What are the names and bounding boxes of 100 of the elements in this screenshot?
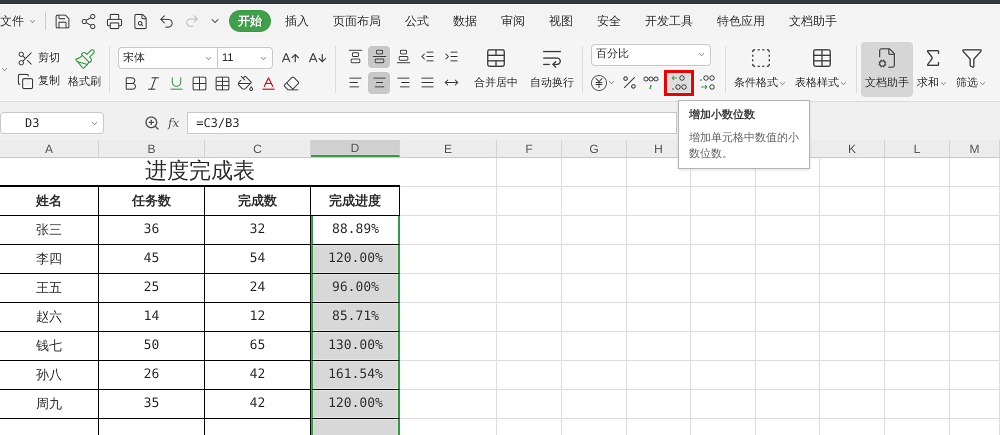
empty-cell[interactable] — [627, 245, 691, 274]
ribbon-tab[interactable]: 特色应用 — [711, 10, 771, 32]
font-select[interactable]: 宋体 — [118, 47, 218, 69]
sum-button[interactable]: 求和 — [917, 75, 939, 92]
empty-cell[interactable] — [627, 274, 691, 303]
font-color-icon[interactable] — [260, 75, 277, 92]
empty-cell[interactable] — [820, 390, 885, 419]
table-cell[interactable]: 42 — [205, 361, 311, 390]
file-menu[interactable]: 文件 — [0, 12, 28, 30]
copy-button[interactable]: 复制 — [38, 72, 60, 90]
table-cell[interactable]: 钱七 — [0, 332, 99, 361]
empty-cell[interactable] — [497, 245, 562, 274]
ribbon-tab[interactable]: 数据 — [447, 10, 483, 32]
italic-icon[interactable] — [145, 75, 162, 92]
undo-icon[interactable] — [158, 12, 175, 30]
table-cell[interactable]: 12 — [205, 303, 311, 332]
column-header[interactable]: K — [820, 140, 885, 157]
column-header[interactable]: M — [950, 140, 1000, 157]
table-cell[interactable]: 24 — [205, 274, 311, 303]
empty-cell[interactable] — [497, 303, 562, 332]
empty-cell[interactable] — [691, 303, 756, 332]
ribbon-tab[interactable]: 页面布局 — [327, 10, 387, 32]
percent-icon[interactable] — [621, 74, 638, 91]
column-header[interactable]: E — [400, 140, 497, 157]
table-style-icon[interactable] — [810, 47, 832, 70]
empty-cell[interactable] — [885, 303, 950, 332]
empty-cell[interactable] — [885, 216, 950, 245]
number-format-select[interactable]: 百分比 — [591, 44, 711, 66]
empty-cell[interactable] — [950, 216, 1000, 245]
ribbon-tab[interactable]: 安全 — [591, 10, 627, 32]
empty-cell[interactable] — [562, 158, 627, 187]
borders-icon[interactable] — [191, 75, 208, 92]
empty-cell[interactable] — [756, 187, 820, 216]
table-cell[interactable]: 王五 — [0, 274, 99, 303]
cut-button[interactable]: 剪切 — [38, 50, 60, 66]
empty-cell[interactable] — [497, 216, 562, 245]
empty-cell[interactable] — [400, 158, 497, 187]
column-header[interactable]: G — [562, 140, 627, 157]
empty-cell[interactable] — [400, 187, 497, 216]
conditional-format-icon[interactable] — [750, 47, 772, 70]
empty-cell[interactable] — [691, 361, 756, 390]
merge-cells-icon[interactable] — [485, 47, 507, 70]
formula-field[interactable]: =C3/B3 — [187, 112, 678, 134]
empty-cell[interactable] — [756, 245, 820, 274]
empty-cell[interactable] — [627, 216, 691, 245]
empty-cell[interactable] — [691, 245, 756, 274]
ribbon-tab[interactable]: 视图 — [543, 10, 579, 32]
align-button[interactable] — [368, 46, 390, 68]
empty-cell[interactable] — [497, 361, 562, 390]
table-style-button[interactable]: 表格样式 — [795, 75, 839, 92]
align-button[interactable] — [368, 72, 390, 94]
empty-cell[interactable] — [627, 303, 691, 332]
empty-cell[interactable] — [627, 361, 691, 390]
empty-cell[interactable] — [885, 361, 950, 390]
empty-cell[interactable] — [820, 216, 885, 245]
table-cell[interactable]: 42 — [205, 390, 311, 419]
filter-button[interactable]: 筛选 — [956, 75, 978, 92]
table-cell[interactable]: 14 — [99, 303, 205, 332]
empty-cell[interactable] — [497, 187, 562, 216]
paintbrush-icon[interactable] — [74, 48, 96, 70]
empty-cell[interactable] — [497, 274, 562, 303]
thousands-separator-icon[interactable] — [643, 74, 659, 90]
save-icon[interactable] — [54, 12, 71, 30]
empty-cell[interactable] — [950, 245, 1000, 274]
font-size-select[interactable]: 11 — [218, 47, 273, 69]
table-cell[interactable]: 45 — [99, 245, 205, 274]
column-header[interactable]: B — [99, 140, 205, 157]
empty-cell[interactable] — [627, 187, 691, 216]
empty-cell[interactable] — [562, 216, 627, 245]
cut-icon[interactable] — [17, 50, 34, 66]
column-header[interactable]: F — [497, 140, 562, 157]
empty-cell[interactable] — [885, 187, 950, 216]
empty-cell[interactable] — [756, 332, 820, 361]
empty-cell[interactable] — [562, 332, 627, 361]
name-box[interactable]: D3 — [0, 112, 104, 134]
table-cell[interactable]: 50 — [99, 332, 205, 361]
empty-cell[interactable] — [950, 158, 1000, 187]
merge-center-button[interactable]: 合并居中 — [474, 75, 518, 92]
ribbon-tab[interactable]: 插入 — [279, 10, 315, 32]
underline-icon[interactable] — [168, 75, 185, 92]
ribbon-tab[interactable]: 公式 — [399, 10, 435, 32]
empty-cell[interactable] — [497, 390, 562, 419]
empty-cell[interactable] — [756, 216, 820, 245]
conditional-format-button[interactable]: 条件格式 — [734, 75, 778, 92]
table-cell[interactable]: 161.54% — [311, 361, 400, 390]
table-cell[interactable]: 32 — [205, 216, 311, 245]
table-cell[interactable]: 35 — [99, 390, 205, 419]
table-cell[interactable]: 65 — [205, 332, 311, 361]
print-icon[interactable] — [106, 12, 123, 30]
empty-cell[interactable] — [562, 390, 627, 419]
empty-cell[interactable] — [820, 361, 885, 390]
empty-cell[interactable] — [950, 390, 1000, 419]
empty-cell[interactable] — [820, 303, 885, 332]
empty-cell[interactable] — [885, 245, 950, 274]
table-cell[interactable]: 周九 — [0, 390, 99, 419]
share-icon[interactable] — [80, 12, 97, 30]
wrap-text-button[interactable]: 自动换行 — [530, 75, 574, 92]
empty-cell[interactable] — [756, 361, 820, 390]
table-cell[interactable]: 孙八 — [0, 361, 99, 390]
empty-cell[interactable] — [691, 216, 756, 245]
